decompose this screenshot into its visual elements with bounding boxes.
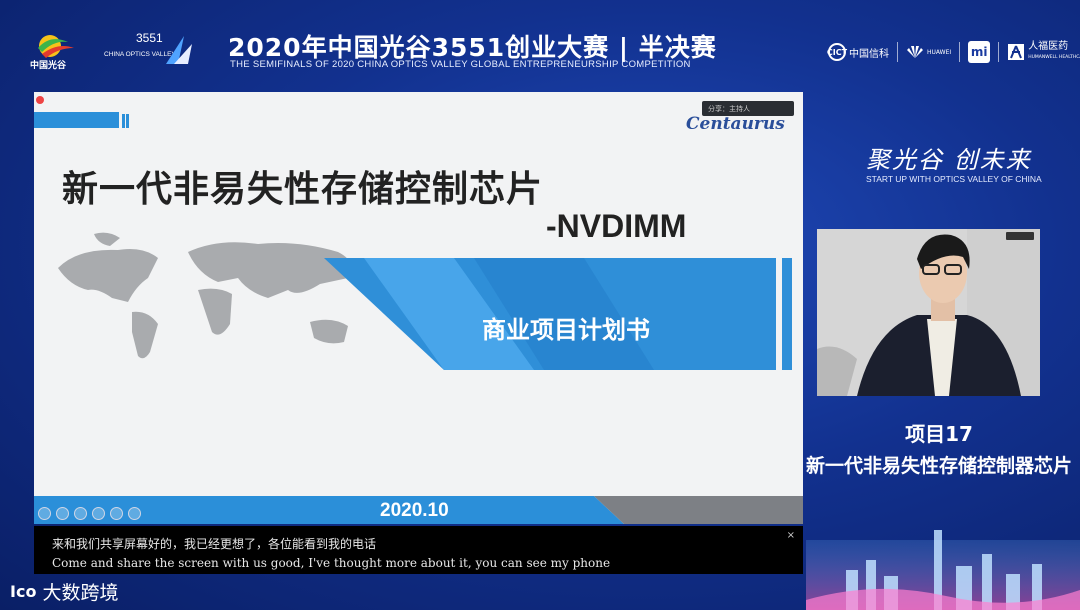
divider xyxy=(998,42,1000,62)
slogan-english: START UP WITH OPTICS VALLEY OF CHINA xyxy=(866,174,1042,184)
sponsor-cict: CICT 中国信科 xyxy=(827,43,889,61)
slide-title: 新一代非易失性存储控制芯片 xyxy=(62,169,544,210)
more-options-icon[interactable] xyxy=(128,507,141,520)
slide-accent-bar xyxy=(34,112,119,128)
logo-3551-number: 3551 xyxy=(136,31,163,45)
live-caption-box: 来和我们共享屏幕好的，我已经更想了，各位能看到我的电话 Come and sha… xyxy=(34,526,803,574)
sponsor-huawei: HUAWEI xyxy=(906,44,951,60)
caption-chinese: 来和我们共享屏幕好的，我已经更想了，各位能看到我的电话 xyxy=(52,537,377,551)
banner-title: 商业项目计划书 xyxy=(482,316,650,344)
previous-slide-icon[interactable] xyxy=(38,507,51,520)
divider xyxy=(897,42,898,62)
mi-logo-icon: mi xyxy=(968,41,991,63)
presentation-controls xyxy=(38,507,141,520)
watermark-logo: Ico xyxy=(10,582,37,601)
sponsor-logos: CICT 中国信科 HUAWEI mi 人福医药 HUMANWELL HEALT… xyxy=(827,38,1080,66)
sponsor-cict-label: 中国信科 xyxy=(849,48,889,60)
logo-left-text: 中国光谷 xyxy=(30,59,67,71)
caption-english: Come and share the screen with us good, … xyxy=(52,556,611,570)
sponsor-renfu: 人福医药 HUMANWELL HEALTHCARE xyxy=(1007,41,1080,63)
logo-3551-text: CHINA OPTICS VALLEY xyxy=(104,51,176,58)
competition-title-en: THE SEMIFINALS OF 2020 CHINA OPTICS VALL… xyxy=(230,59,691,70)
cict-icon: CICT xyxy=(827,43,847,61)
presenter-webcam-feed xyxy=(817,229,1040,396)
status-dot xyxy=(36,96,44,104)
close-icon[interactable]: × xyxy=(787,530,795,541)
centaurus-logo: Centaurus xyxy=(686,114,785,134)
zoom-icon[interactable] xyxy=(110,507,123,520)
slogan-calligraphy: 聚光谷 创未来 xyxy=(866,146,1032,174)
event-header: 中国光谷 3551 CHINA OPTICS VALLEY 2020年中国光谷3… xyxy=(0,0,1080,84)
slides-grid-icon[interactable] xyxy=(92,507,105,520)
renfu-icon xyxy=(1008,44,1025,60)
3551-logo: 3551 CHINA OPTICS VALLEY xyxy=(104,31,192,64)
slide-accent-tick xyxy=(126,114,129,128)
divider xyxy=(959,42,961,62)
city-skyline-graphic xyxy=(806,530,1080,610)
sponsor-renfu-label: 人福医药 xyxy=(1028,41,1069,52)
watermark-text: 大数跨境 xyxy=(42,582,119,604)
china-optics-valley-logo: 中国光谷 xyxy=(30,35,74,71)
project-name: 新一代非易失性存储控制器芯片 xyxy=(805,455,1072,477)
project-number: 项目17 xyxy=(905,422,973,446)
sponsor-renfu-en: HUMANWELL HEALTHCARE xyxy=(1028,55,1080,60)
sponsor-huawei-label: HUAWEI xyxy=(927,48,952,56)
slide-subtitle: -NVDIMM xyxy=(546,208,687,244)
next-slide-icon[interactable] xyxy=(56,507,69,520)
presenter-video xyxy=(817,229,1040,396)
shared-screen-slide: 分享：主持人 Centaurus 新一代非易失性存储控制芯片 -NVDIMM 商… xyxy=(34,92,803,524)
watermark: Ico 大数跨境 xyxy=(10,578,118,605)
pen-tool-icon[interactable] xyxy=(74,507,87,520)
huawei-icon xyxy=(907,46,923,58)
video-indicator xyxy=(1006,232,1034,240)
slide-date: 2020.10 xyxy=(380,500,449,521)
slide-accent-tick xyxy=(122,114,125,128)
